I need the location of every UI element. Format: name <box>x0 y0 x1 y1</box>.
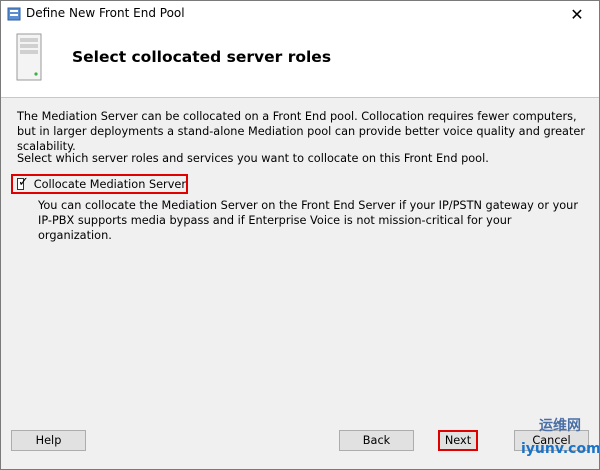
checkmark-icon: ✓ <box>18 175 29 190</box>
wizard-window: Define New Front End Pool ✕ Select collo… <box>0 0 600 470</box>
help-button[interactable]: Help <box>11 430 86 451</box>
content-area: The Mediation Server can be collocated o… <box>1 98 599 420</box>
collocate-mediation-checkbox[interactable]: ✓ <box>17 175 29 190</box>
close-icon: ✕ <box>570 4 584 24</box>
checkbox-label[interactable]: Collocate Mediation Server <box>34 178 186 191</box>
cancel-button[interactable]: Cancel <box>514 430 589 451</box>
button-bar: Help Back Next Cancel <box>1 420 599 469</box>
page-title: Select collocated server roles <box>72 48 332 66</box>
intro-paragraph: The Mediation Server can be collocated o… <box>17 110 585 153</box>
wizard-header: Select collocated server roles <box>1 26 599 98</box>
app-icon <box>7 6 21 21</box>
collocate-mediation-checkbox-row[interactable]: ✓ Collocate Mediation Server <box>11 174 188 194</box>
instruction-text: Select which server roles and services y… <box>17 152 489 165</box>
close-button[interactable]: ✕ <box>559 3 595 25</box>
checkbox-description: You can collocate the Mediation Server o… <box>38 199 578 242</box>
back-button[interactable]: Back <box>339 430 414 451</box>
window-title: Define New Front End Pool <box>26 6 185 20</box>
title-bar: Define New Front End Pool ✕ <box>1 1 599 26</box>
server-icon <box>14 33 44 81</box>
next-button[interactable]: Next <box>438 430 478 451</box>
